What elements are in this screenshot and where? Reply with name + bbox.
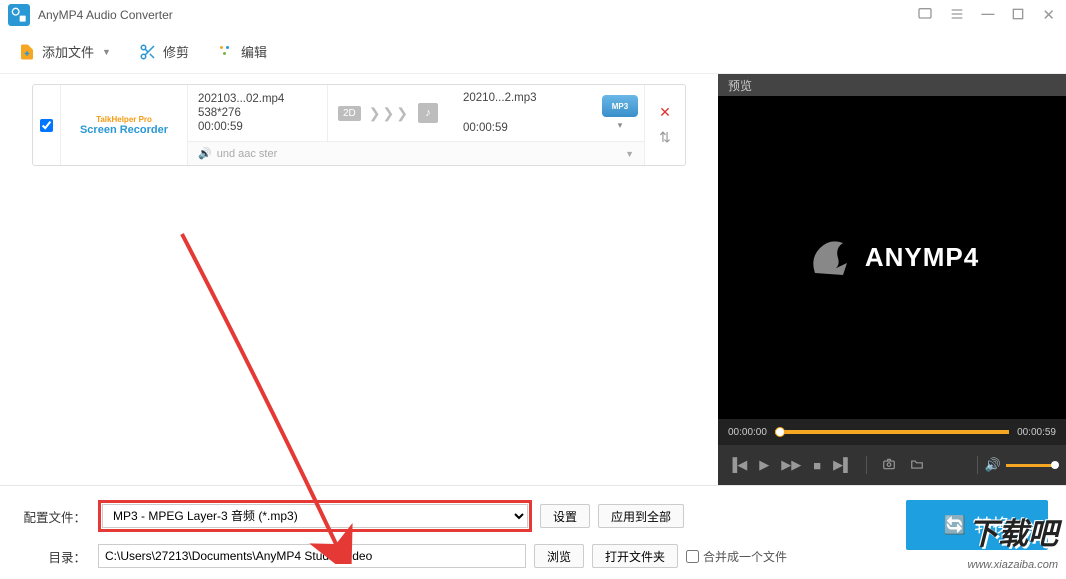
audio-track-label: und aac ster	[217, 148, 278, 160]
dest-filename: 20210...2.mp3	[463, 92, 586, 104]
format-icon-cell[interactable]: MP3 ▾	[596, 85, 644, 141]
prev-button[interactable]: ▐◀	[728, 457, 747, 473]
progress-slider[interactable]	[775, 430, 1009, 434]
trim-button[interactable]: 修剪	[139, 42, 189, 61]
menu-icon[interactable]	[946, 6, 968, 25]
speaker-icon: 🔊	[198, 147, 212, 160]
title-bar: AnyMP4 Audio Converter — ✕	[0, 0, 1066, 30]
folder-button[interactable]	[909, 457, 925, 474]
delete-button[interactable]: ✕	[659, 104, 671, 121]
edit-button[interactable]: 编辑	[217, 42, 267, 61]
divider	[866, 456, 867, 474]
profile-highlight: MP3 - MPEG Layer-3 音频 (*.mp3)	[98, 500, 532, 532]
preview-time-row: 00:00:00 00:00:59	[718, 419, 1066, 445]
preview-video-area: ANYMP4	[718, 96, 1066, 419]
divider	[977, 456, 978, 474]
volume-icon[interactable]: 🔊	[985, 457, 1001, 473]
volume-slider[interactable]	[1006, 464, 1056, 467]
add-file-icon	[18, 43, 36, 61]
directory-row: 目录： 浏览 打开文件夹 合并成一个文件	[18, 544, 1048, 568]
anymp4-logo-icon	[805, 233, 855, 283]
edit-icon	[217, 43, 235, 61]
preview-panel: 预览 ANYMP4 00:00:00 00:00:59 ▐◀ ▶ ▶▶ ■ ▶▌…	[718, 74, 1066, 485]
source-duration: 00:00:59	[198, 121, 317, 133]
merge-checkbox-row[interactable]: 合并成一个文件	[686, 548, 787, 565]
stop-button[interactable]: ■	[813, 458, 821, 473]
dir-label: 目录：	[18, 547, 90, 566]
profile-row: 配置文件： MP3 - MPEG Layer-3 音频 (*.mp3) 设置 应…	[18, 500, 1048, 532]
music-note-icon: ♪	[418, 103, 438, 123]
source-resolution: 538*276	[198, 107, 317, 119]
reorder-icon[interactable]: ⇅	[659, 129, 671, 146]
open-folder-button[interactable]: 打开文件夹	[592, 544, 678, 568]
time-current: 00:00:00	[728, 427, 767, 438]
source-info: 202103...02.mp4 538*276 00:00:59	[188, 85, 328, 141]
fast-forward-button[interactable]: ▶▶	[781, 457, 801, 473]
convert-button[interactable]: 🔄 转换	[906, 500, 1048, 550]
dest-duration: 00:00:59	[463, 122, 586, 134]
arrow-icon: ❯❯❯	[369, 105, 410, 122]
mp3-icon: MP3	[602, 95, 638, 117]
merge-checkbox[interactable]	[686, 550, 699, 563]
volume-control: 🔊	[975, 456, 1056, 474]
app-logo	[8, 4, 30, 26]
browse-button[interactable]: 浏览	[534, 544, 584, 568]
preview-controls: ▐◀ ▶ ▶▶ ■ ▶▌ 🔊	[718, 445, 1066, 485]
source-filename: 202103...02.mp4	[198, 93, 317, 105]
file-list-panel: TalkHelper Pro Screen Recorder 202103...…	[0, 74, 718, 485]
badge-2d: 2D	[338, 106, 361, 121]
audio-track-row[interactable]: 🔊 und aac ster ▼	[188, 141, 644, 165]
profile-label: 配置文件：	[18, 507, 90, 526]
dest-info: 20210...2.mp3 00:00:59	[448, 85, 596, 141]
toolbar: 添加文件 ▼ 修剪 编辑	[0, 30, 1066, 74]
settings-button[interactable]: 设置	[540, 504, 590, 528]
file-checkbox-cell	[33, 85, 61, 165]
time-total: 00:00:59	[1017, 427, 1056, 438]
file-thumbnail: TalkHelper Pro Screen Recorder	[61, 85, 187, 165]
window-controls: — ✕	[914, 6, 1058, 25]
merge-label: 合并成一个文件	[703, 548, 787, 565]
file-info: 202103...02.mp4 538*276 00:00:59 2D ❯❯❯ …	[187, 85, 645, 165]
convert-icon: 🔄	[944, 515, 966, 536]
minimize-button[interactable]: —	[978, 6, 997, 25]
close-button[interactable]: ✕	[1039, 6, 1058, 25]
scissors-icon	[139, 43, 157, 61]
file-checkbox[interactable]	[40, 119, 53, 132]
snapshot-button[interactable]	[881, 457, 897, 474]
chevron-down-icon: ▾	[618, 120, 623, 131]
preview-header: 预览	[718, 74, 1066, 96]
profile-select[interactable]: MP3 - MPEG Layer-3 音频 (*.mp3)	[102, 504, 528, 528]
dropdown-caret-icon: ▼	[102, 47, 111, 57]
chevron-down-icon: ▼	[625, 149, 634, 159]
dir-input[interactable]	[98, 544, 526, 568]
next-button[interactable]: ▶▌	[833, 457, 852, 473]
bottom-panel: 配置文件： MP3 - MPEG Layer-3 音频 (*.mp3) 设置 应…	[0, 485, 1066, 579]
app-title: AnyMP4 Audio Converter	[38, 8, 914, 22]
main-area: TalkHelper Pro Screen Recorder 202103...…	[0, 74, 1066, 485]
file-actions: ✕ ⇅	[645, 85, 685, 165]
conversion-badges: 2D ❯❯❯ ♪	[328, 85, 448, 141]
feedback-icon[interactable]	[914, 6, 936, 25]
play-button[interactable]: ▶	[759, 457, 769, 473]
file-row[interactable]: TalkHelper Pro Screen Recorder 202103...…	[32, 84, 686, 166]
maximize-button[interactable]	[1007, 6, 1029, 25]
apply-all-button[interactable]: 应用到全部	[598, 504, 684, 528]
preview-brand-text: ANYMP4	[865, 242, 979, 273]
add-file-button[interactable]: 添加文件 ▼	[18, 42, 111, 61]
